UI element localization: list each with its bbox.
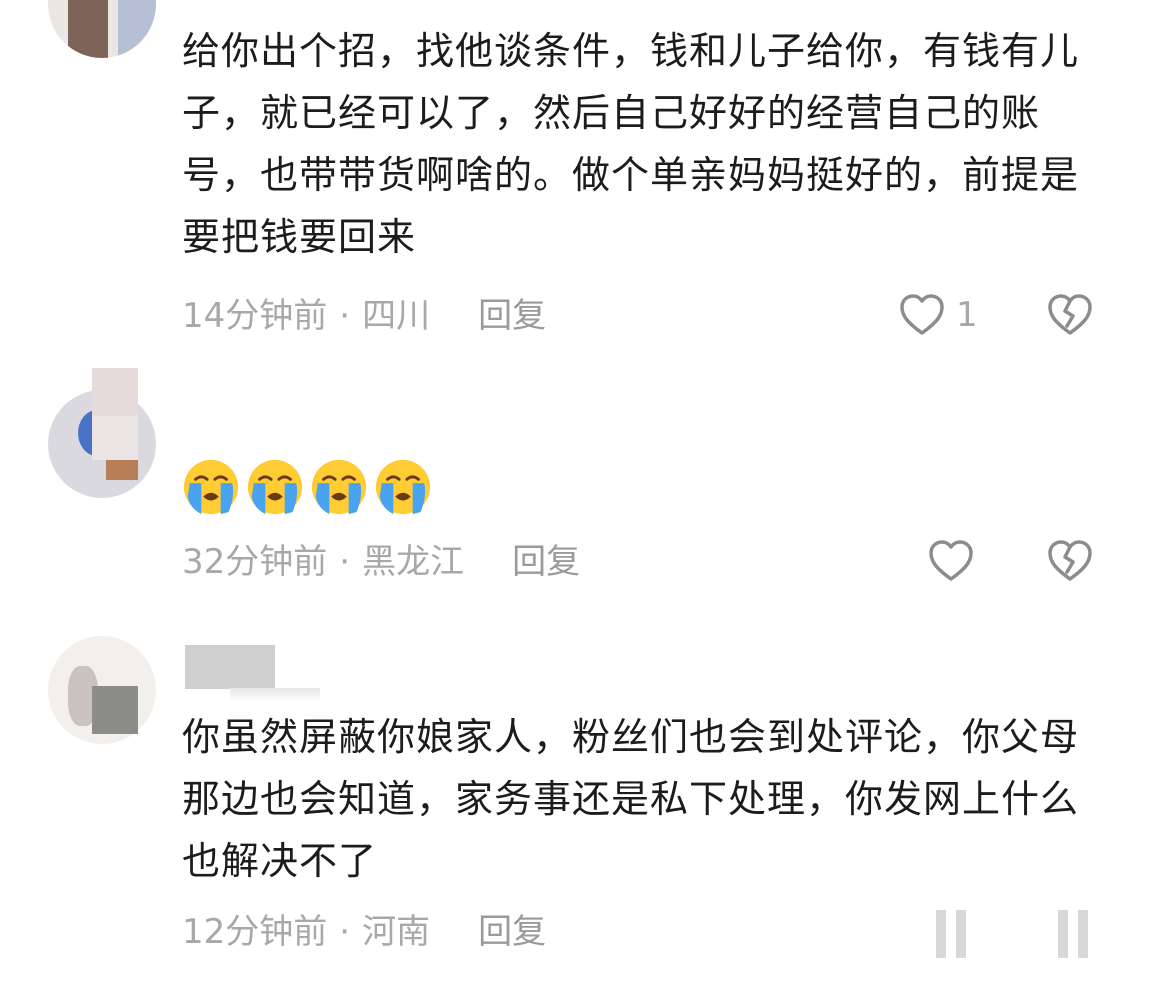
reply-button[interactable]: 回复 <box>478 912 546 952</box>
comment-location: 黑龙江 <box>362 542 465 582</box>
comment-time: 32分钟前 <box>182 542 328 582</box>
avatar-mask <box>92 368 138 416</box>
heart-outline-icon <box>900 294 944 335</box>
comment-text: 你虽然屏蔽你娘家人，粉丝们也会到处评论，你父母那边也会知道，家务事还是私下处理，… <box>182 715 1080 883</box>
icon-fragment <box>936 910 946 958</box>
username-redacted-shadow <box>230 688 320 702</box>
loudly-crying-face-icon <box>311 459 367 515</box>
like-button-partial[interactable] <box>936 910 966 958</box>
like-button[interactable] <box>927 538 975 584</box>
icon-fragment <box>956 910 966 958</box>
meta-separator: · <box>339 912 351 952</box>
comment-location: 四川 <box>362 296 431 336</box>
avatar-mask <box>92 686 138 734</box>
avatar-image <box>68 0 108 58</box>
comment-time: 14分钟前 <box>182 296 328 336</box>
heart-outline-icon <box>929 540 973 581</box>
reply-button[interactable]: 回复 <box>512 542 580 582</box>
comment-meta: 14分钟前 · 四川 回复 <box>182 291 546 341</box>
icon-fragment <box>1058 910 1068 958</box>
broken-heart-icon <box>1048 540 1092 581</box>
comment-location: 河南 <box>362 912 431 952</box>
meta-separator: · <box>339 542 351 582</box>
like-button[interactable]: 1 <box>898 292 978 338</box>
avatar-mask-lower <box>92 416 138 460</box>
avatar[interactable] <box>48 0 156 58</box>
reply-button[interactable]: 回复 <box>478 296 546 336</box>
comment-time: 12分钟前 <box>182 912 328 952</box>
username-redacted <box>185 645 275 689</box>
dislike-button-partial[interactable] <box>1058 910 1088 958</box>
emoji-row <box>182 458 432 516</box>
dislike-button[interactable] <box>1046 538 1094 588</box>
comment-meta: 32分钟前 · 黑龙江 回复 <box>182 537 580 587</box>
meta-separator: · <box>339 296 351 336</box>
like-count: 1 <box>956 295 978 335</box>
broken-heart-icon <box>1048 294 1092 335</box>
icon-fragment <box>1078 910 1088 958</box>
dislike-button[interactable] <box>1046 292 1094 342</box>
loudly-crying-face-icon <box>247 459 303 515</box>
comment-text: 给你出个招，找他谈条件，钱和儿子给你，有钱有儿子，就已经可以了，然后自己好好的经… <box>182 29 1080 259</box>
loudly-crying-face-icon <box>183 459 239 515</box>
loudly-crying-face-icon <box>375 459 431 515</box>
avatar-image-detail <box>118 0 156 58</box>
comment-meta: 12分钟前 · 河南 回复 <box>182 907 546 957</box>
